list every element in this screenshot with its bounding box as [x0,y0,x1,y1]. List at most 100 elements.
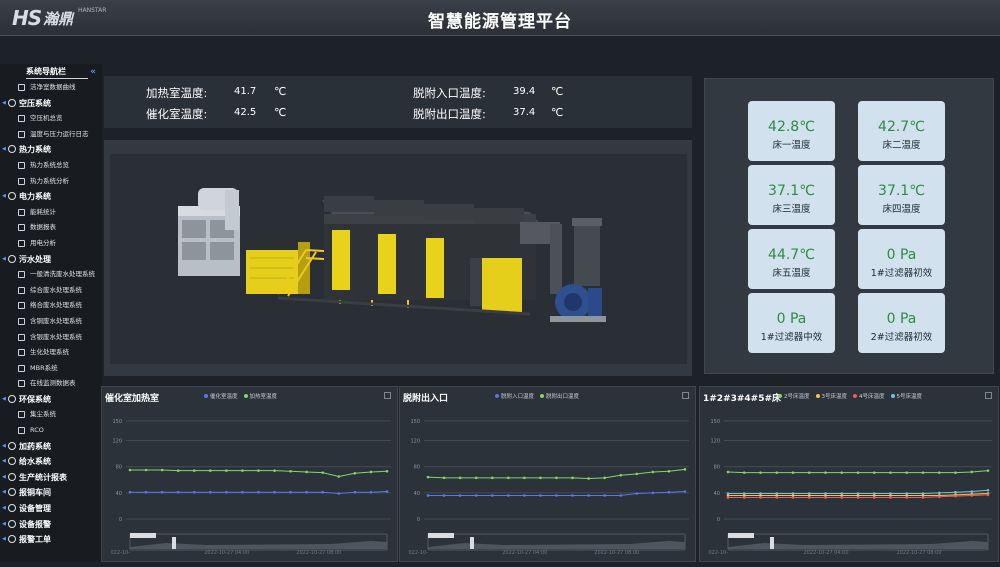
download-icon[interactable] [985,392,992,399]
data-point [986,469,990,472]
collapse-icon[interactable]: « [90,64,96,80]
legend-item[interactable]: 催化室温度 [204,392,238,400]
sidebar-item[interactable]: 络合废水处理系统 [0,298,102,314]
sidebar-item[interactable]: 空压机总览 [0,111,102,127]
sensor-card: 0 Pa 2#过滤器初效 [858,293,945,353]
sidebar-group[interactable]: ◀ 设备管理 [0,501,102,517]
chart-title: 催化室加热室 [105,394,160,404]
x-tick-label: 022-10- [708,550,728,556]
legend-label: 催化室温度 [210,394,238,400]
sidebar-title: 系统导航栏 « [0,64,102,80]
chart-panel-desorb: 脱附出入口 脱附入口温度 脱附出口温度 0 40 80 120 150 022-10- 202… [399,386,696,562]
sidebar-item-label: 络合废水处理系统 [30,301,82,310]
desorb-outlet-reading: 脱附出口温度: 37.4 ℃ [413,106,563,122]
sensor-value: 42.7℃ [878,119,925,135]
sensor-value: 0 Pa [886,247,917,263]
data-point [385,490,389,493]
data-point [759,496,762,499]
sidebar-item[interactable]: MBR系统 [0,361,102,377]
zoom-slider-shadow [728,541,988,549]
sidebar-group[interactable]: ◀ 加药系统 [0,439,102,455]
legend-item[interactable]: 5号床温度 [890,392,922,400]
sidebar-item[interactable]: 洁净室数据曲线 [0,80,102,96]
data-point [507,494,510,497]
x-tick-label: 2022-10-27 04:00 [803,550,848,556]
sidebar-item[interactable]: RCO [0,423,102,439]
sidebar-group[interactable]: ◀ 报警工单 [0,532,102,548]
sidebar-nav: 系统导航栏 « 洁净室数据曲线 ◀ 空压系统 空压机总览 温度与压力运行日志 ◀ 热力系统热… [0,64,102,562]
sidebar-group[interactable]: ◀ 环保系统 [0,392,102,408]
zoom-handle-start[interactable] [728,533,754,538]
data-point [759,471,762,474]
chart-panel-beds: 1#2#3#4#5#床 2号床温度 3号床温度 4号床温度 5号床温度 0 40 80 12… [699,386,999,562]
sidebar-item[interactable]: 一般清洗废水处理系统 [0,267,102,283]
sidebar-item-label: 综合废水处理系统 [30,285,82,294]
sidebar-item[interactable]: 能耗统计 [0,205,102,221]
cube-icon [18,411,25,419]
sidebar-group[interactable]: ◀ 空压系统 [0,96,102,112]
data-point [369,490,373,494]
sidebar-group-label: 空压系统 [19,98,51,108]
data-point [791,492,795,495]
desorb-inlet-value: 39.4 [513,86,536,97]
data-point [742,471,746,474]
zoom-handle-end[interactable] [770,537,774,549]
data-point [305,490,308,494]
legend-item[interactable]: 脱附出口温度 [540,392,579,400]
sidebar-item[interactable]: 数据报表 [0,220,102,236]
x-tick-label: 022-10- [408,550,428,556]
data-point [937,471,941,474]
zoom-slider-shadow [130,541,387,549]
legend-item[interactable]: 2号床温度 [778,392,810,400]
download-icon[interactable] [682,392,689,399]
legend-item[interactable]: 脱附入口温度 [495,392,534,400]
sidebar-item-label: 集尘系统 [30,410,56,419]
sidebar-item[interactable]: 热力系统总览 [0,158,102,174]
sidebar-item[interactable]: 热力系统分析 [0,174,102,190]
group-icon [8,192,16,201]
sidebar-group[interactable]: ◀ 报铜车间 [0,485,102,501]
download-icon[interactable] [384,392,391,399]
data-point [856,496,860,499]
data-point [225,490,228,494]
sidebar-item[interactable]: 含铜废水处理系统 [0,314,102,330]
group-icon [8,535,16,544]
sidebar-item[interactable]: 温度与压力运行日志 [0,127,102,143]
sidebar-item-label: 温度与压力运行日志 [30,129,89,138]
data-point [442,494,446,497]
zoom-handle-end[interactable] [172,537,176,549]
sidebar-item[interactable]: 综合废水处理系统 [0,283,102,299]
sidebar-item[interactable]: 集尘系统 [0,407,102,423]
zoom-slider-shadow [428,541,685,549]
legend-item[interactable]: 4号床温度 [853,392,885,400]
sidebar-item[interactable]: 在线监测数据表 [0,376,102,392]
legend-item[interactable]: 加热室温度 [243,392,277,400]
sensor-card: 44.7℃ 床五温度 [748,229,835,289]
sidebar-group[interactable]: ◀ 给水系统 [0,454,102,470]
data-point [273,469,276,472]
group-icon [8,394,16,403]
sidebar-item[interactable]: 生化处理系统 [0,345,102,361]
data-point [889,492,892,495]
sensor-label: 床二温度 [882,140,921,151]
sidebar-group[interactable]: ◀ 污水处理 [0,252,102,268]
sidebar-item[interactable]: 用电分析 [0,236,102,252]
zoom-handle-end[interactable] [470,537,474,549]
group-icon [8,488,16,497]
sidebar-item-label: 一般清洗废水处理系统 [30,270,95,279]
zoom-handle-start[interactable] [428,533,454,538]
sidebar-group[interactable]: ◀ 热力系统 [0,142,102,158]
sidebar-group[interactable]: ◀ 电力系统 [0,189,102,205]
data-point [241,490,244,494]
data-point [856,471,860,474]
sensor-card: 0 Pa 1#过滤器中效 [748,293,835,353]
sidebar-group[interactable]: ◀ 设备报警 [0,517,102,533]
heat-room-reading: 加热室温度: 41.7 ℃ [146,85,286,101]
y-tick-label: 40 [714,491,720,497]
sidebar-group-label: 热力系统 [19,145,51,155]
zoom-handle-start[interactable] [130,533,156,538]
sidebar-item[interactable]: 含银废水处理系统 [0,330,102,346]
x-tick-label: 2022-10-27 04:00 [502,550,547,556]
legend-item[interactable]: 3号床温度 [815,392,847,400]
sidebar-group[interactable]: ◀ 生产统计报表 [0,470,102,486]
